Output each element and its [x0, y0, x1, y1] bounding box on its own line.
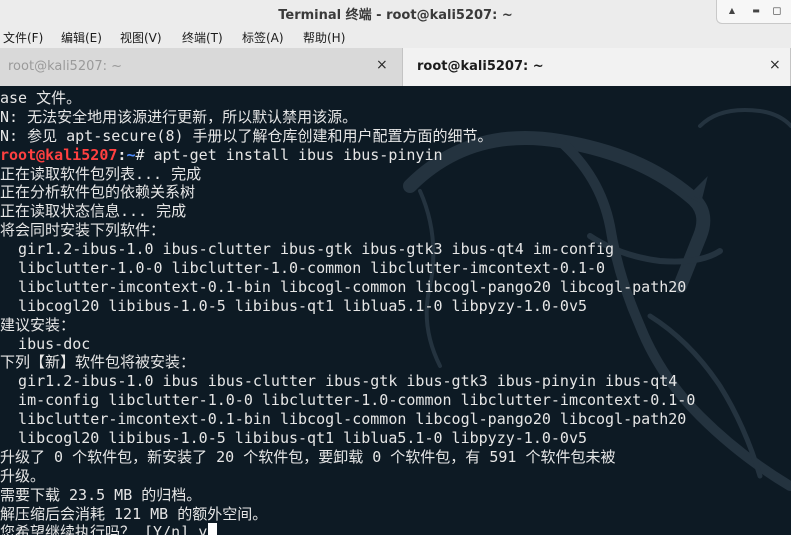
terminal-line: 升级。 — [0, 466, 46, 485]
prompt-user-host: root@kali5207 — [0, 145, 118, 164]
terminal-line: 建议安装： — [0, 315, 76, 334]
terminal-line: gir1.2-ibus-1.0 ibus ibus-clutter ibus-g… — [0, 372, 678, 391]
menu-terminal[interactable]: 终端(T) — [182, 29, 223, 46]
window-title: Terminal 终端 - root@kali5207: ~ — [278, 8, 513, 23]
terminal-output: ase 文件。 N: 无法安全地用该源进行更新，所以默认禁用该源。 N: 参见 … — [0, 89, 791, 535]
menubar: 文件(F) 编辑(E) 视图(V) 终端(T) 标签(A) 帮助(H) — [0, 26, 791, 48]
terminal-line: N: 参见 apt-secure(8) 手册以了解仓库创建和用户配置方面的细节。 — [0, 126, 493, 145]
terminal-line: 正在读取软件包列表... 完成 — [0, 164, 202, 183]
prompt-symbol: # — [135, 145, 154, 164]
tab-terminal-1[interactable]: root@kali5207: ~ × — [0, 48, 403, 86]
prompt-command: apt-get install ibus ibus-pinyin — [153, 145, 443, 164]
terminal-prompt-line: root@kali5207:~# apt-get install ibus ib… — [0, 146, 791, 165]
terminal-line: libclutter-imcontext-0.1-bin libcogl-com… — [0, 410, 687, 429]
window-titlebar[interactable]: Terminal 终端 - root@kali5207: ~ ▲ ▬ ◻ — [0, 0, 791, 26]
maximize-icon[interactable]: ◻ — [770, 4, 784, 18]
terminal-input-line[interactable]: 您希望继续执行吗？ [Y/n] y — [0, 523, 791, 535]
terminal-line: im-config libclutter-1.0-0 libclutter-1.… — [0, 391, 696, 410]
terminal-line: 正在分析软件包的依赖关系树 — [0, 183, 196, 202]
terminal-line: libclutter-1.0-0 libclutter-1.0-common l… — [0, 259, 606, 278]
menu-edit[interactable]: 编辑(E) — [61, 29, 102, 46]
terminal-line: 需要下载 23.5 MB 的归档。 — [0, 485, 202, 504]
close-icon[interactable]: × — [376, 57, 388, 73]
confirm-answer: y — [198, 523, 208, 535]
terminal-line: libcogl20 libibus-1.0-5 libibus-qt1 libl… — [0, 429, 587, 448]
tab-label: root@kali5207: ~ — [8, 59, 123, 74]
terminal-line: 下列【新】软件包将被安装： — [0, 353, 196, 372]
tab-bar: root@kali5207: ~ × root@kali5207: ~ × — [0, 48, 791, 86]
menu-view[interactable]: 视图(V) — [120, 29, 162, 46]
menu-file[interactable]: 文件(F) — [3, 29, 43, 46]
close-icon[interactable]: × — [769, 57, 781, 73]
minimize-icon[interactable]: ▬ — [749, 4, 763, 18]
terminal-line: libcogl20 libibus-1.0-5 libibus-qt1 libl… — [0, 296, 587, 315]
text-cursor — [208, 523, 218, 535]
confirm-question: 您希望继续执行吗？ [Y/n] — [0, 523, 199, 535]
terminal-line: N: 无法安全地用该源进行更新，所以默认禁用该源。 — [0, 107, 358, 126]
tab-label: root@kali5207: ~ — [417, 59, 544, 74]
terminal-line: libclutter-imcontext-0.1-bin libcogl-com… — [0, 277, 687, 296]
menu-tabs[interactable]: 标签(A) — [242, 29, 284, 46]
terminal-line: 将会同时安装下列软件： — [0, 221, 166, 240]
terminal-line: 解压缩后会消耗 121 MB 的额外空间。 — [0, 504, 268, 523]
terminal-line: ibus-doc — [0, 334, 91, 353]
terminal-line: ase 文件。 — [0, 89, 82, 107]
terminal-line: 升级了 0 个软件包，新安装了 20 个软件包，要卸载 0 个软件包，有 591… — [0, 447, 616, 466]
menu-help[interactable]: 帮助(H) — [303, 29, 345, 46]
terminal-area[interactable]: ase 文件。 N: 无法安全地用该源进行更新，所以默认禁用该源。 N: 参见 … — [0, 86, 791, 535]
tab-terminal-2[interactable]: root@kali5207: ~ × — [403, 48, 791, 86]
window-controls: ▲ ▬ ◻ — [716, 0, 791, 24]
terminal-line: 正在读取状态信息... 完成 — [0, 202, 187, 221]
chevron-up-icon[interactable]: ▲ — [725, 4, 739, 18]
terminal-line: gir1.2-ibus-1.0 ibus-clutter ibus-gtk ib… — [0, 240, 615, 259]
